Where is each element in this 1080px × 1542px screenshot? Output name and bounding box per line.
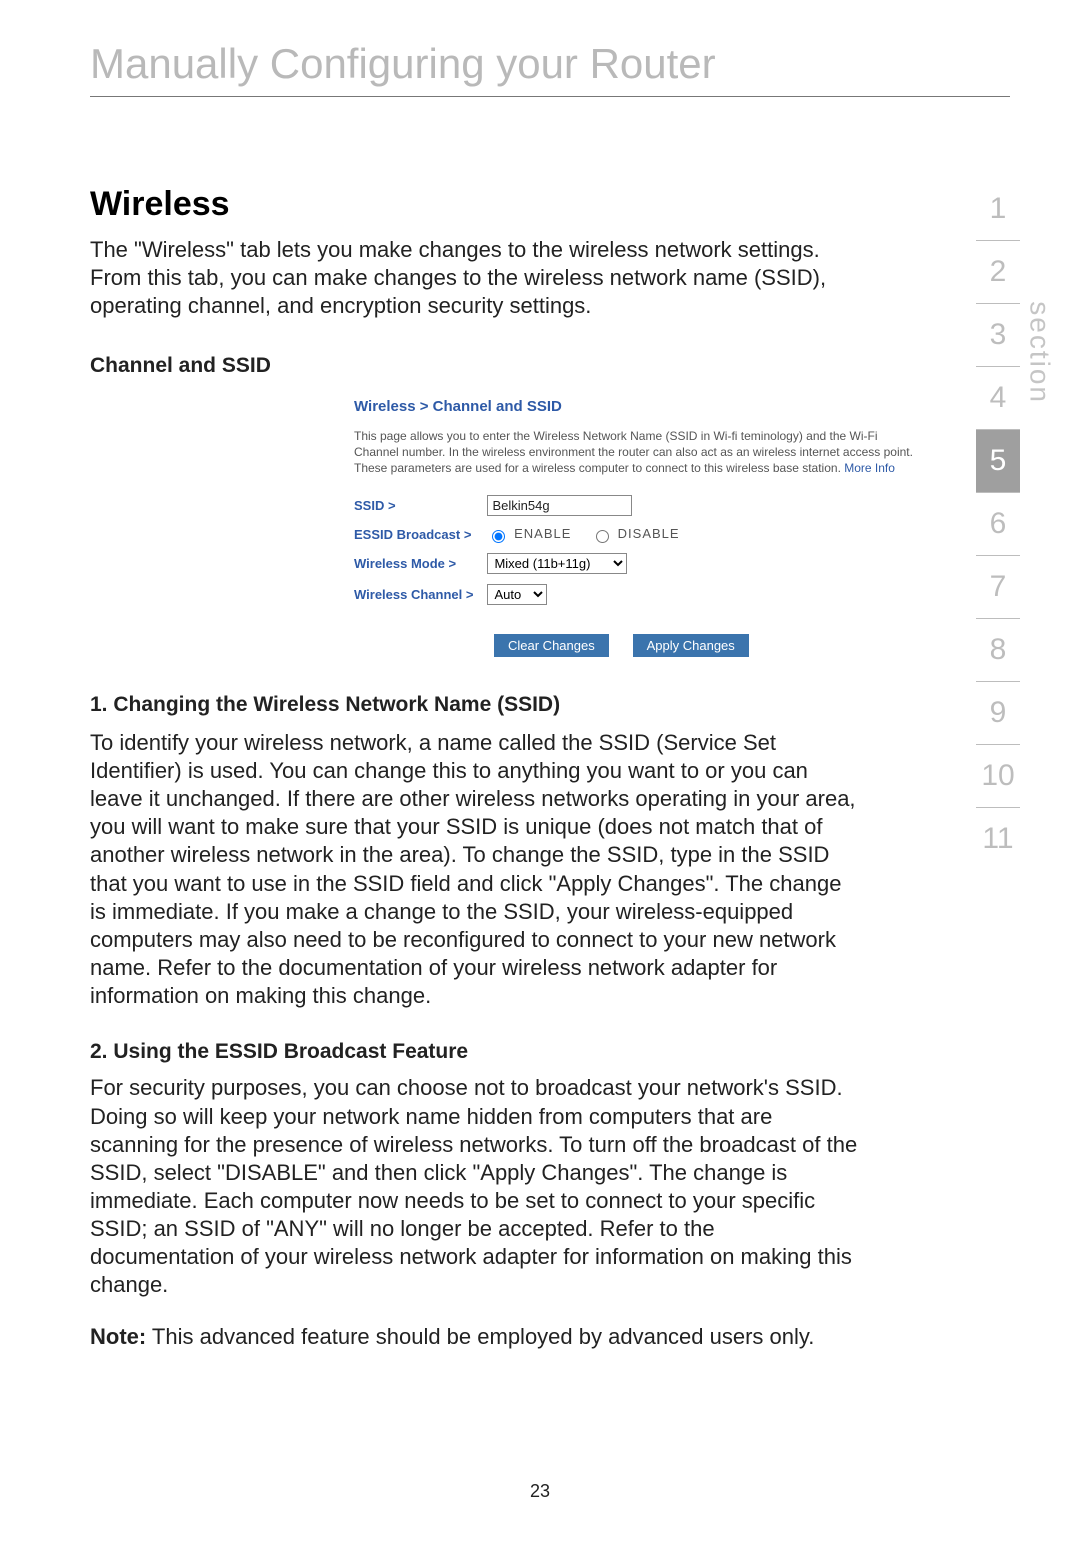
section-nav-10[interactable]: 10 [976,745,1020,808]
essid-section-body: For security purposes, you can choose no… [90,1074,860,1299]
section-nav-7[interactable]: 7 [976,556,1020,619]
ssid-input[interactable] [487,495,632,516]
section-label: section [1024,301,1056,404]
wireless-mode-label: Wireless Mode > [354,548,487,579]
ssid-section-heading: 1. Changing the Wireless Network Name (S… [90,693,1010,717]
section-nav-11[interactable]: 11 [976,808,1020,870]
ssid-label: SSID > [354,490,487,521]
essid-broadcast-label: ESSID Broadcast > [354,521,487,548]
config-panel: Wireless > Channel and SSID This page al… [354,398,914,656]
channel-ssid-heading: Channel and SSID [90,354,1010,378]
section-nav-4[interactable]: 4 [976,367,1020,430]
note: Note: This advanced feature should be em… [90,1324,1010,1350]
wireless-channel-select[interactable]: Auto [487,584,547,605]
section-nav-5[interactable]: 5 [976,430,1020,493]
essid-disable-radio[interactable] [596,530,609,543]
wireless-intro: The "Wireless" tab lets you make changes… [90,236,850,320]
section-nav-2[interactable]: 2 [976,241,1020,304]
panel-breadcrumb: Wireless > Channel and SSID [354,398,914,415]
section-nav: section 1 2 3 4 5 6 7 8 9 10 11 [976,178,1020,870]
section-nav-1[interactable]: 1 [976,178,1020,241]
panel-description: This page allows you to enter the Wirele… [354,429,914,476]
essid-enable-radio[interactable] [492,530,505,543]
note-label: Note: [90,1324,146,1349]
page-number: 23 [0,1481,1080,1502]
section-nav-9[interactable]: 9 [976,682,1020,745]
ssid-section-body: To identify your wireless network, a nam… [90,729,860,1011]
settings-table: SSID > ESSID Broadcast > ENABLE DISABLE … [354,490,710,610]
more-info-link[interactable]: More Info [844,461,895,475]
section-nav-3[interactable]: 3 [976,304,1020,367]
section-nav-6[interactable]: 6 [976,493,1020,556]
panel-description-text: This page allows you to enter the Wirele… [354,429,913,474]
wireless-channel-label: Wireless Channel > [354,579,487,610]
essid-disable-text: DISABLE [618,526,680,541]
note-body: This advanced feature should be employed… [146,1324,814,1349]
section-nav-8[interactable]: 8 [976,619,1020,682]
essid-enable-text: ENABLE [514,526,571,541]
wireless-title: Wireless [90,185,1010,224]
wireless-mode-select[interactable]: Mixed (11b+11g) [487,553,627,574]
page-header: Manually Configuring your Router [90,40,1010,97]
apply-changes-button[interactable]: Apply Changes [633,634,749,657]
essid-section-heading: 2. Using the ESSID Broadcast Feature [90,1040,1010,1064]
clear-changes-button[interactable]: Clear Changes [494,634,609,657]
